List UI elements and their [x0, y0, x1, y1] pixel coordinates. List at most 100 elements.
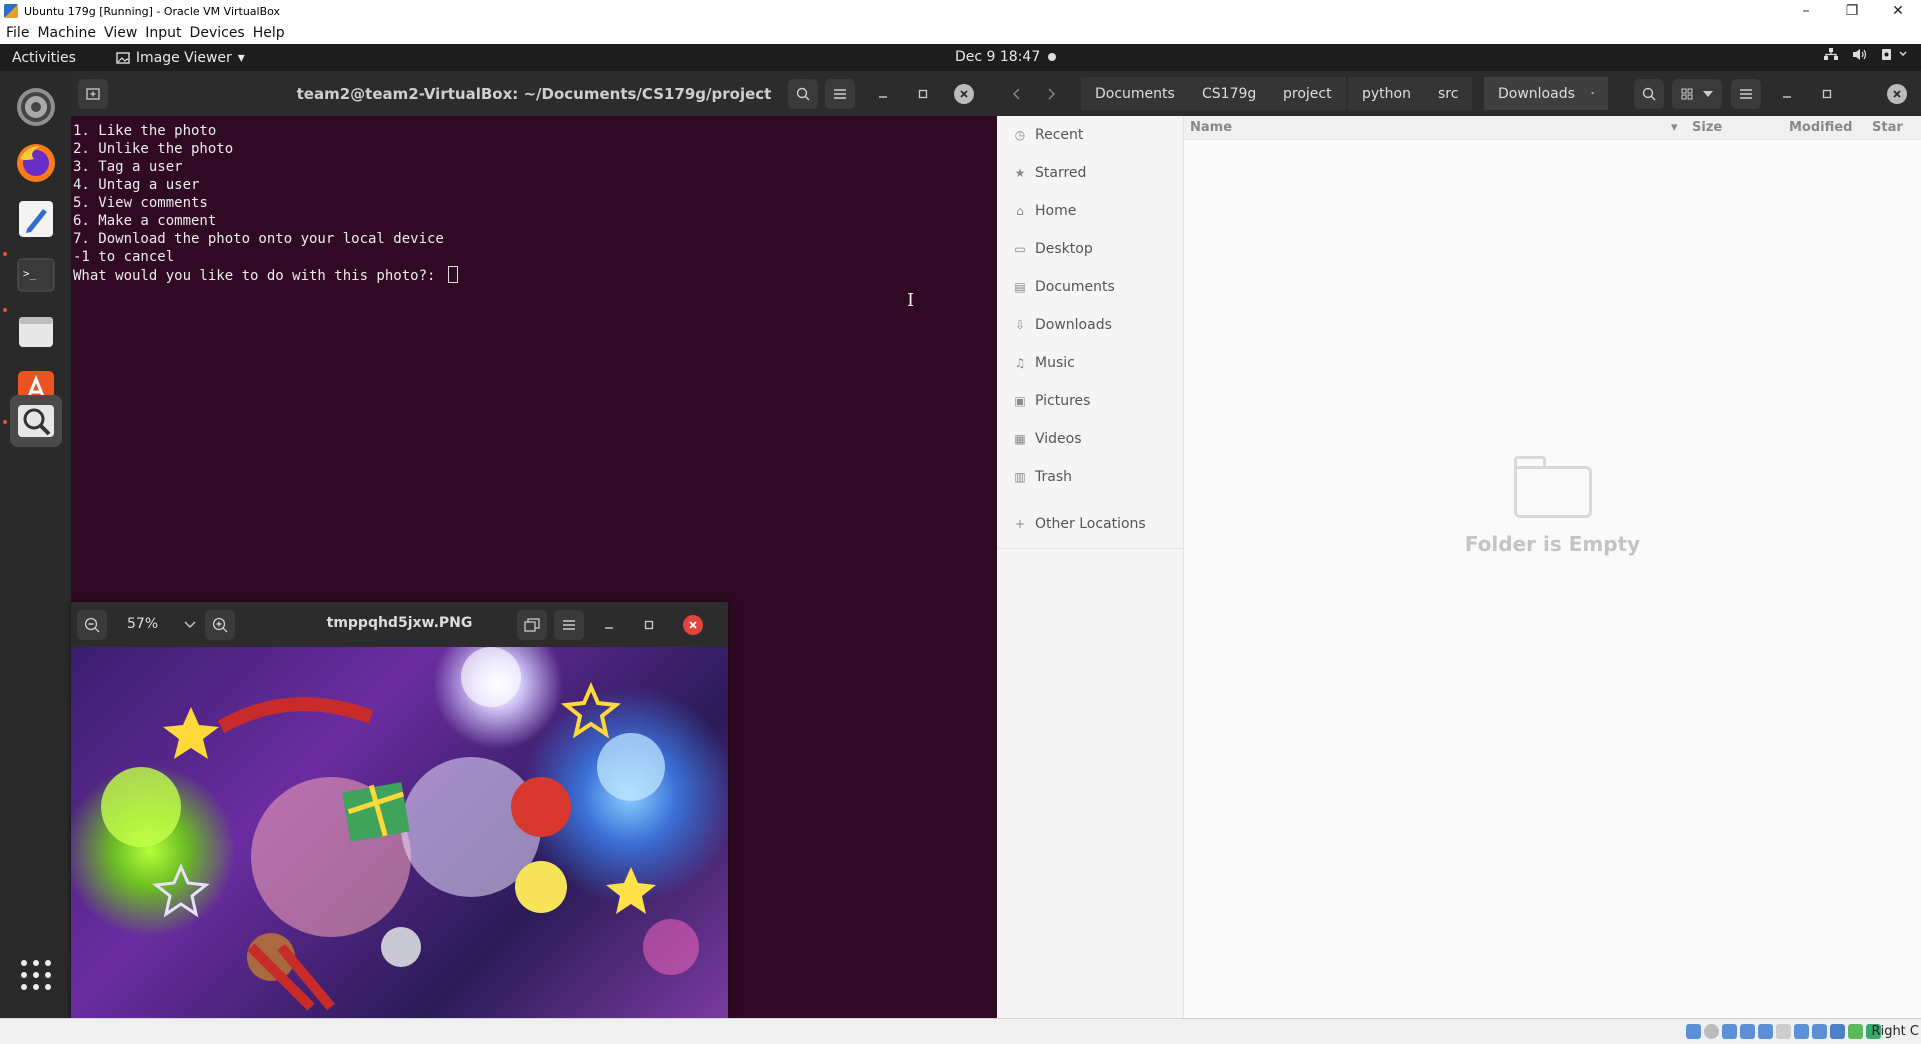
host-key-label: Right C: [1871, 1024, 1919, 1039]
empty-folder-placeholder: Folder is Empty: [1184, 456, 1921, 556]
column-size[interactable]: Size: [1692, 120, 1722, 135]
network-icon[interactable]: [1824, 48, 1838, 65]
dock-settings[interactable]: [10, 81, 62, 133]
sidebar-item-pictures[interactable]: ▣ Pictures: [997, 385, 1184, 416]
forward-button[interactable]: [1037, 79, 1067, 109]
close-button[interactable]: ✕: [1875, 3, 1921, 19]
breadcrumb-project[interactable]: project: [1269, 77, 1347, 110]
terminal-icon: >_: [17, 258, 55, 292]
app-menu[interactable]: Image Viewer ▾: [116, 50, 245, 66]
viewer-minimize-button[interactable]: [594, 610, 624, 640]
terminal-close-button[interactable]: [954, 84, 974, 104]
optical-drive-icon[interactable]: [1704, 1024, 1719, 1039]
dock-image-viewer[interactable]: [10, 395, 62, 447]
column-star[interactable]: Star: [1872, 120, 1903, 135]
files-close-button[interactable]: [1887, 84, 1907, 104]
audio-icon[interactable]: [1722, 1024, 1737, 1039]
menu-machine[interactable]: Machine: [37, 25, 96, 41]
clock[interactable]: Dec 9 18:47: [955, 49, 1057, 65]
sidebar-item-other-locations[interactable]: + Other Locations: [997, 508, 1184, 539]
sidebar-item-label: Recent: [1035, 126, 1084, 143]
close-icon: [1893, 90, 1901, 98]
chevron-right-icon: [1048, 88, 1055, 100]
clock-label: Dec 9 18:47: [955, 49, 1041, 65]
restore-button[interactable]: ❐: [1829, 3, 1875, 19]
viewer-maximize-button[interactable]: [634, 610, 664, 640]
terminal-menu-button[interactable]: [825, 79, 855, 109]
back-button[interactable]: [1001, 79, 1031, 109]
hard-disk-icon[interactable]: [1686, 1024, 1701, 1039]
sidebar-item-documents[interactable]: ▤ Documents: [997, 271, 1184, 302]
power-icon[interactable]: [1881, 48, 1907, 65]
column-modified[interactable]: Modified: [1789, 120, 1852, 135]
folder-icon: [1513, 456, 1592, 518]
sidebar-item-downloads[interactable]: ⇩ Downloads: [997, 309, 1184, 340]
gallery-button[interactable]: [517, 610, 547, 640]
volume-icon[interactable]: [1852, 48, 1867, 65]
usb-icon[interactable]: [1758, 1024, 1773, 1039]
files-maximize-button[interactable]: [1812, 79, 1842, 109]
minimize-button[interactable]: –: [1783, 3, 1829, 19]
sidebar-item-home[interactable]: ⌂ Home: [997, 195, 1184, 226]
window-title: Ubuntu 179g [Running] - Oracle VM Virtua…: [24, 4, 281, 18]
menu-file[interactable]: File: [6, 25, 29, 41]
view-toggle-button[interactable]: [1672, 79, 1722, 109]
minimize-icon: [605, 627, 613, 629]
sidebar-item-trash[interactable]: ▥ Trash: [997, 461, 1184, 492]
viewer-menu-button[interactable]: [554, 610, 584, 640]
files-menu-button[interactable]: [1731, 79, 1761, 109]
sidebar-item-videos[interactable]: ▦ Videos: [997, 423, 1184, 454]
shared-folder-icon[interactable]: [1776, 1024, 1791, 1039]
cpu-icon[interactable]: [1830, 1024, 1845, 1039]
recording-icon[interactable]: [1812, 1024, 1827, 1039]
notification-dot-icon: [1048, 53, 1057, 61]
terminal-line: -1 to cancel: [73, 249, 175, 265]
download-icon: ⇩: [1014, 317, 1026, 332]
column-name[interactable]: Name: [1190, 120, 1232, 135]
terminal-title: team2@team2-VirtualBox: ~/Documents/CS17…: [296, 84, 772, 103]
files-search-button[interactable]: [1634, 79, 1664, 109]
chevron-down-icon: ▾: [237, 49, 245, 66]
terminal-maximize-button[interactable]: [908, 79, 938, 109]
menu-help[interactable]: Help: [253, 25, 285, 41]
terminal-minimize-button[interactable]: [868, 79, 898, 109]
ubuntu-top-bar: Activities Image Viewer ▾ Dec 9 18:47: [0, 44, 1921, 71]
dock-files[interactable]: [10, 305, 62, 357]
files-minimize-button[interactable]: [1772, 79, 1802, 109]
breadcrumb-python[interactable]: python: [1348, 77, 1426, 110]
terminal-search-button[interactable]: [788, 79, 818, 109]
breadcrumb-src[interactable]: src: [1424, 77, 1474, 110]
sidebar-item-music[interactable]: ♫ Music: [997, 347, 1184, 378]
breadcrumb-cs179g[interactable]: CS179g: [1188, 77, 1272, 110]
dock-firefox[interactable]: [10, 137, 62, 189]
activities-button[interactable]: Activities: [12, 50, 76, 66]
sidebar-item-starred[interactable]: ★ Starred: [997, 157, 1184, 188]
terminal-header: team2@team2-VirtualBox: ~/Documents/CS17…: [71, 71, 997, 116]
display-icon[interactable]: [1794, 1024, 1809, 1039]
network-adapter-icon[interactable]: [1740, 1024, 1755, 1039]
menu-view[interactable]: View: [104, 25, 137, 41]
sidebar-item-label: Home: [1035, 202, 1077, 219]
menu-devices[interactable]: Devices: [190, 25, 245, 41]
dock-terminal[interactable]: >_: [10, 249, 62, 301]
viewer-close-button[interactable]: [683, 615, 703, 635]
sort-indicator-icon: ▾: [1671, 120, 1678, 135]
breadcrumb-documents[interactable]: Documents: [1081, 77, 1190, 110]
minimize-icon: [1783, 96, 1791, 98]
menu-input[interactable]: Input: [145, 25, 181, 41]
dock-text-editor[interactable]: [10, 193, 62, 245]
terminal-output[interactable]: 1. Like the photo 2. Unlike the photo 3. T…: [71, 116, 997, 291]
video-icon: ▦: [1014, 431, 1026, 446]
maximize-icon: [1822, 89, 1832, 99]
caret-down-icon: [1590, 92, 1594, 95]
breadcrumb-downloads[interactable]: Downloads: [1484, 77, 1609, 110]
mouse-integration-icon[interactable]: [1848, 1024, 1863, 1039]
dock-show-apps[interactable]: [10, 949, 62, 1001]
image-icon: [116, 51, 130, 64]
music-icon: ♫: [1014, 355, 1026, 370]
sidebar-item-desktop[interactable]: ▭ Desktop: [997, 233, 1184, 264]
file-list-view[interactable]: Name ▾ Size Modified Star Folder is Empt…: [1184, 116, 1921, 1018]
image-canvas[interactable]: [71, 647, 728, 1018]
hamburger-icon: [834, 89, 846, 99]
sidebar-item-recent[interactable]: ◷ Recent: [997, 119, 1184, 150]
